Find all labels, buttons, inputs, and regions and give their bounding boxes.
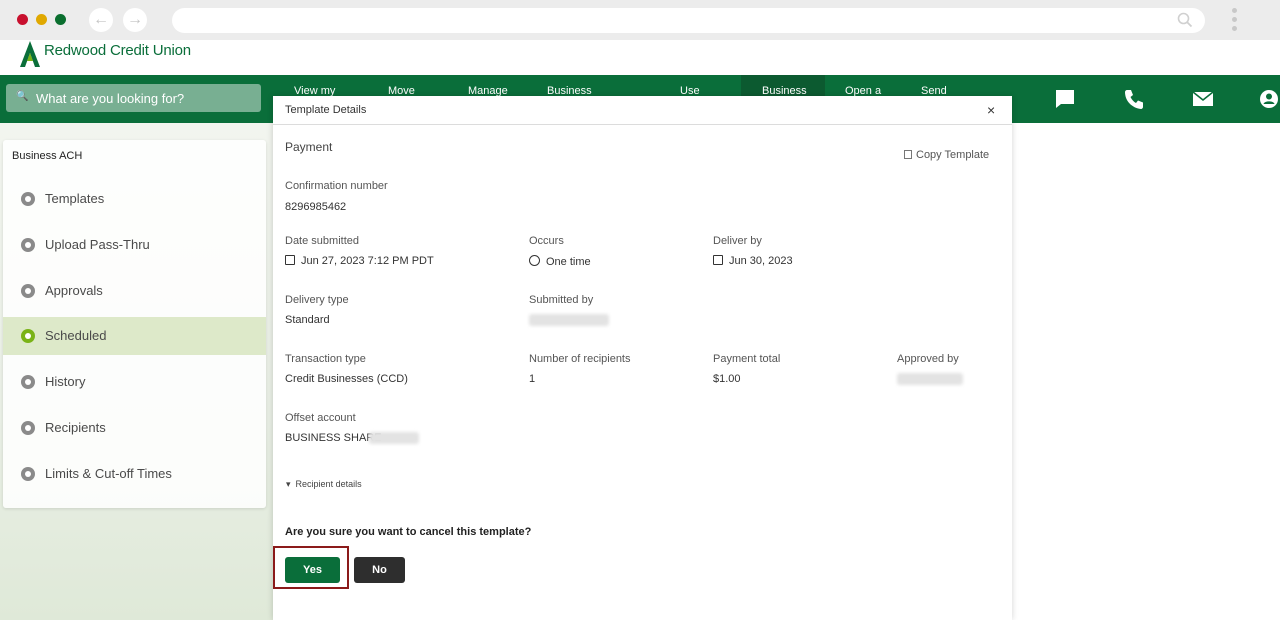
clock-icon	[529, 255, 540, 266]
deliver-by-field: Jun 30, 2023	[713, 255, 793, 267]
sidebar-item-label: Recipients	[45, 420, 106, 435]
search-icon: 🔍	[16, 91, 29, 102]
business-ach-sidebar: Business ACH Templates Upload Pass-Thru …	[3, 140, 266, 508]
date-submitted-field: Jun 27, 2023 7:12 PM PDT	[285, 255, 434, 267]
sidebar-item-label: Limits & Cut-off Times	[45, 466, 172, 481]
account-icon[interactable]	[1258, 88, 1280, 110]
copy-template-button[interactable]: Copy Template	[904, 149, 989, 161]
window-maximize-dot[interactable]	[55, 14, 66, 25]
sidebar-item-approvals[interactable]: Approvals	[3, 272, 266, 310]
browser-chrome: ← →	[0, 0, 1280, 40]
payment-total-label: Payment total	[713, 353, 781, 365]
mail-icon[interactable]	[1192, 88, 1214, 110]
site-search-input[interactable]: 🔍 What are you looking for?	[6, 84, 261, 112]
sidebar-item-label: Approvals	[45, 283, 103, 298]
window-minimize-dot[interactable]	[36, 14, 47, 25]
caret-down-icon: ▾	[286, 479, 291, 489]
chat-icon[interactable]	[1054, 88, 1076, 110]
no-button[interactable]: No	[354, 557, 405, 583]
sidebar-item-label: Upload Pass-Thru	[45, 237, 150, 252]
delivery-type-value: Standard	[285, 314, 330, 326]
date-submitted-value: Jun 27, 2023 7:12 PM PDT	[301, 255, 434, 267]
occurs-label: Occurs	[529, 235, 564, 247]
recipients-icon	[21, 421, 35, 435]
right-background	[1012, 123, 1280, 620]
scheduled-icon	[21, 329, 35, 343]
sidebar-title: Business ACH	[12, 150, 83, 162]
num-recipients-label: Number of recipients	[529, 353, 631, 365]
deliver-by-label: Deliver by	[713, 235, 762, 247]
browser-menu-icon[interactable]	[1230, 8, 1238, 34]
modal-header: Template Details ×	[273, 96, 1012, 125]
limits-icon	[21, 467, 35, 481]
back-arrow-icon[interactable]: ←	[89, 8, 113, 32]
window-close-dot[interactable]	[17, 14, 28, 25]
sidebar-item-scheduled[interactable]: Scheduled	[3, 317, 266, 355]
templates-icon	[21, 192, 35, 206]
redwood-logo-icon	[20, 41, 40, 67]
sidebar-item-recipients[interactable]: Recipients	[3, 409, 266, 447]
sidebar-item-label: Scheduled	[45, 328, 107, 343]
date-submitted-label: Date submitted	[285, 235, 359, 247]
sidebar-item-limits[interactable]: Limits & Cut-off Times	[3, 455, 266, 493]
approved-by-label: Approved by	[897, 353, 959, 365]
occurs-field: One time	[529, 255, 591, 268]
site-logo-text[interactable]: Redwood Credit Union	[44, 42, 191, 59]
copy-template-label: Copy Template	[916, 149, 990, 161]
template-details-modal: Template Details × Payment Copy Template…	[273, 96, 1012, 620]
calendar-icon	[713, 255, 723, 265]
submitted-by-label: Submitted by	[529, 294, 594, 306]
copy-icon	[904, 150, 912, 159]
num-recipients-value: 1	[529, 373, 536, 385]
yes-button[interactable]: Yes	[285, 557, 340, 583]
site-logo-row: Redwood Credit Union	[0, 40, 1280, 75]
submitted-by-redacted	[529, 314, 609, 326]
search-icon	[1177, 12, 1193, 28]
upload-icon	[21, 238, 35, 252]
calendar-icon	[285, 255, 295, 265]
history-icon	[21, 375, 35, 389]
offset-account-value: BUSINESS SHARE	[285, 432, 382, 444]
sidebar-item-upload-pass-thru[interactable]: Upload Pass-Thru	[3, 226, 266, 264]
offset-account-label: Offset account	[285, 412, 356, 424]
close-icon[interactable]: ×	[987, 102, 995, 118]
address-bar[interactable]	[172, 8, 1205, 33]
sidebar-item-templates[interactable]: Templates	[3, 180, 266, 218]
transaction-type-label: Transaction type	[285, 353, 366, 365]
sidebar-item-label: History	[45, 374, 86, 389]
transaction-type-value: Credit Businesses (CCD)	[285, 373, 408, 385]
cancel-confirm-question: Are you sure you want to cancel this tem…	[285, 526, 532, 538]
approvals-icon	[21, 284, 35, 298]
section-title: Payment	[285, 140, 333, 154]
approved-by-redacted	[897, 373, 963, 385]
phone-icon[interactable]	[1123, 88, 1145, 110]
search-placeholder: What are you looking for?	[36, 91, 185, 106]
recipient-details-toggle[interactable]: ▾ Recipient details	[286, 479, 362, 490]
confirmation-label: Confirmation number	[285, 180, 388, 192]
offset-account-redacted	[369, 432, 419, 444]
sidebar-item-history[interactable]: History	[3, 363, 266, 401]
deliver-by-value: Jun 30, 2023	[729, 255, 793, 267]
confirmation-value: 8296985462	[285, 201, 347, 213]
forward-arrow-icon[interactable]: →	[123, 8, 147, 32]
modal-title: Template Details	[285, 104, 367, 116]
recipient-details-label: Recipient details	[295, 479, 362, 489]
delivery-type-label: Delivery type	[285, 294, 349, 306]
payment-total-value: $1.00	[713, 373, 741, 385]
sidebar-item-label: Templates	[45, 191, 105, 206]
occurs-value: One time	[546, 256, 591, 268]
